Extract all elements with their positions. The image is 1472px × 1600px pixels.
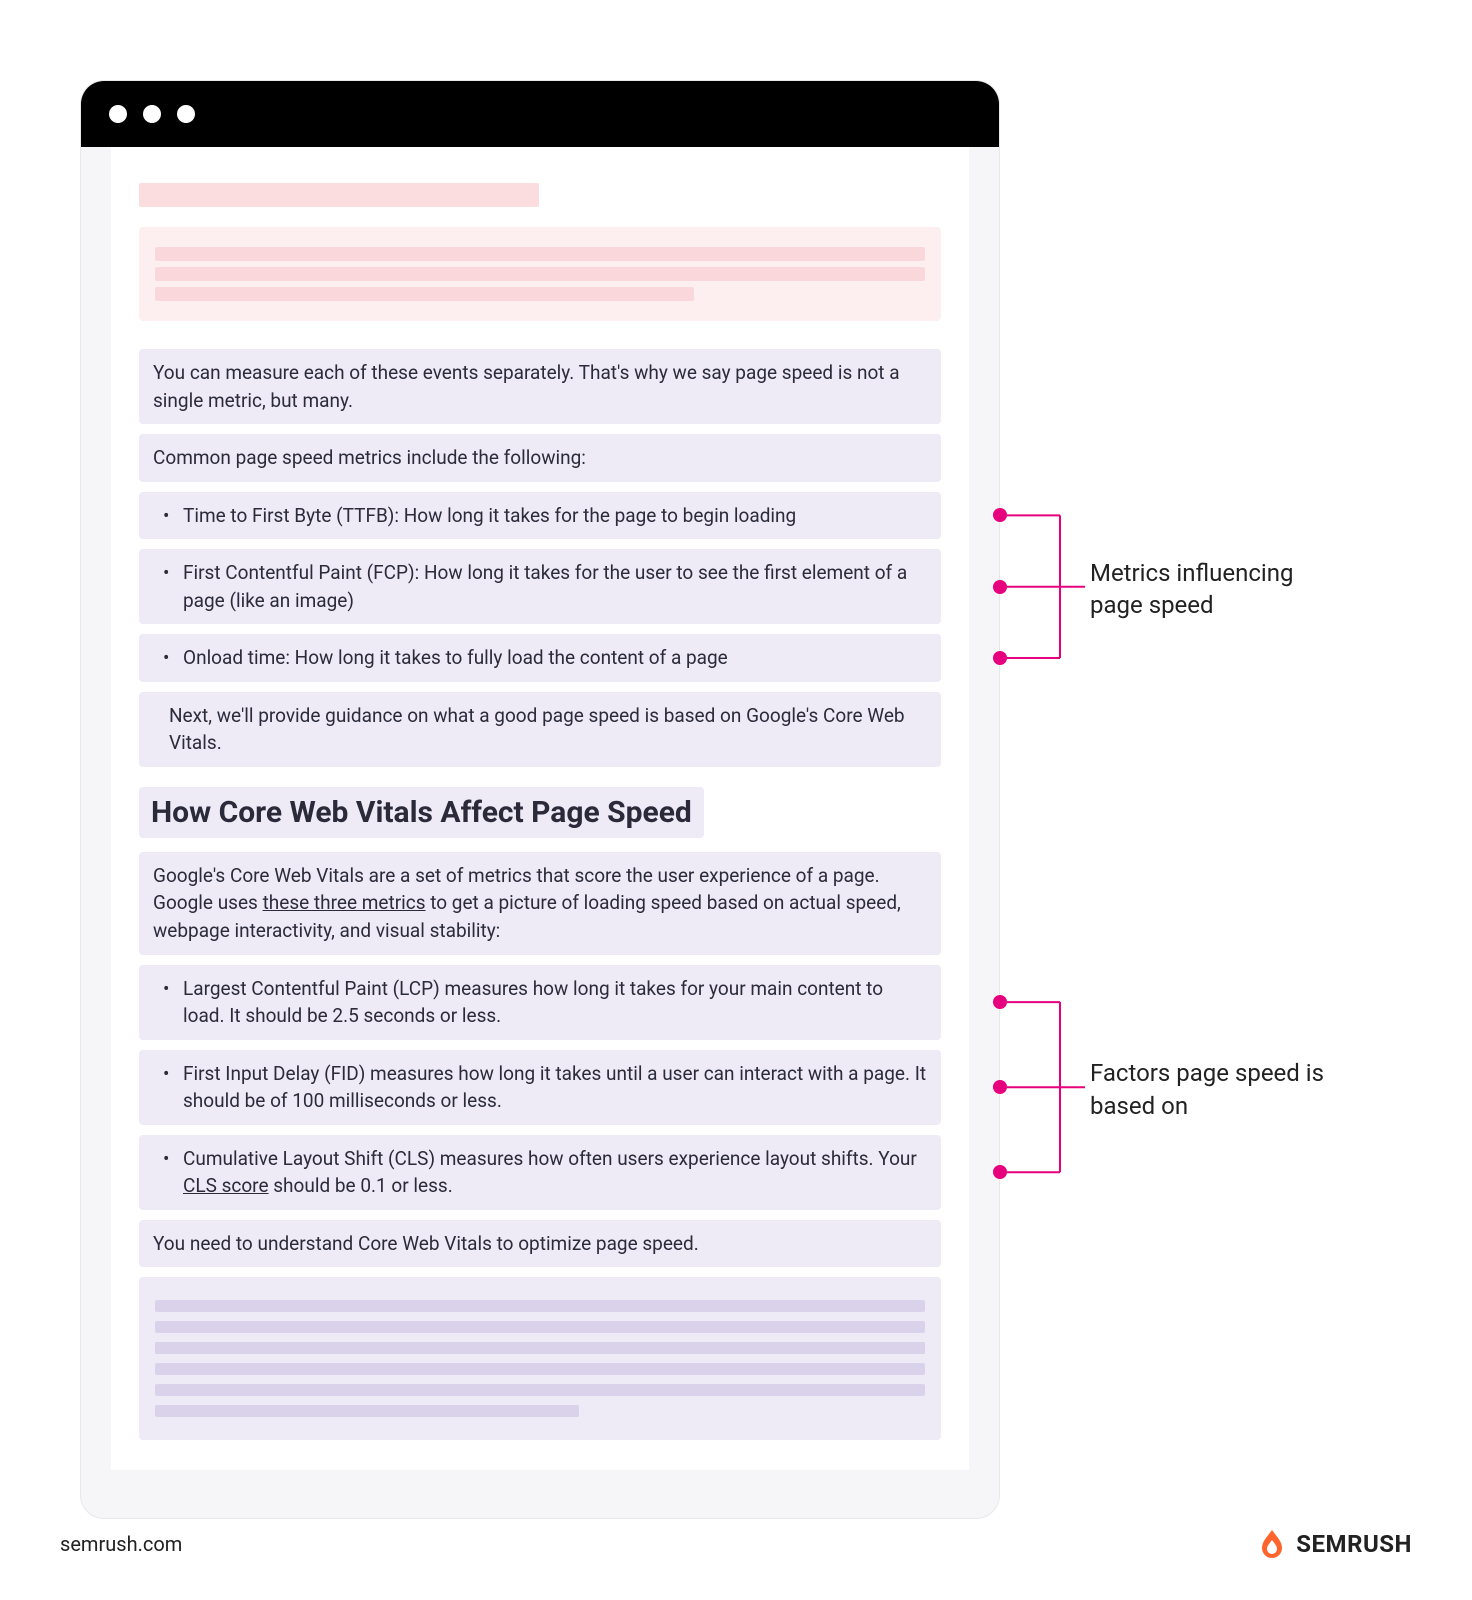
paragraph-transition: Next, we'll provide guidance on what a g… — [139, 692, 941, 767]
page-content: You can measure each of these events sep… — [111, 147, 969, 1470]
window-dot — [177, 105, 195, 123]
link-cls-score[interactable]: CLS score — [183, 1174, 269, 1197]
factor-item: Largest Contentful Paint (LCP) measures … — [139, 965, 941, 1040]
metric-item: First Contentful Paint (FCP): How long i… — [139, 549, 941, 624]
footer: semrush.com SEMRUSH — [60, 1528, 1412, 1560]
annotation-label-factors: Factors page speed is based on — [1090, 1057, 1350, 1122]
factor-item: Cumulative Layout Shift (CLS) measures h… — [139, 1135, 941, 1210]
paragraph-metrics-lead: Common page speed metrics include the fo… — [139, 434, 941, 482]
metric-item: Time to First Byte (TTFB): How long it t… — [139, 492, 941, 540]
metrics-list: Time to First Byte (TTFB): How long it t… — [139, 492, 941, 682]
window-dot — [109, 105, 127, 123]
window-dot — [143, 105, 161, 123]
skeleton-paragraph — [139, 1277, 941, 1440]
brand-name: SEMRUSH — [1296, 1530, 1412, 1558]
metric-item: Onload time: How long it takes to fully … — [139, 634, 941, 682]
factor-item: First Input Delay (FID) measures how lon… — [139, 1050, 941, 1125]
link-three-metrics[interactable]: these three metrics — [263, 891, 426, 914]
paragraph-conclusion: You need to understand Core Web Vitals t… — [139, 1220, 941, 1268]
flame-icon — [1256, 1528, 1288, 1560]
section-heading: How Core Web Vitals Affect Page Speed — [139, 787, 704, 838]
skeleton-title — [139, 183, 539, 207]
footer-site: semrush.com — [60, 1532, 182, 1556]
brand-logo: SEMRUSH — [1256, 1528, 1412, 1560]
paragraph-cwv-intro: Google's Core Web Vitals are a set of me… — [139, 852, 941, 955]
paragraph-intro: You can measure each of these events sep… — [139, 349, 941, 424]
factors-list: Largest Contentful Paint (LCP) measures … — [139, 965, 941, 1210]
browser-mock: You can measure each of these events sep… — [80, 80, 1000, 1519]
annotation-label-metrics: Metrics influencing page speed — [1090, 557, 1340, 622]
window-titlebar — [81, 81, 999, 147]
skeleton-paragraph — [139, 227, 941, 321]
